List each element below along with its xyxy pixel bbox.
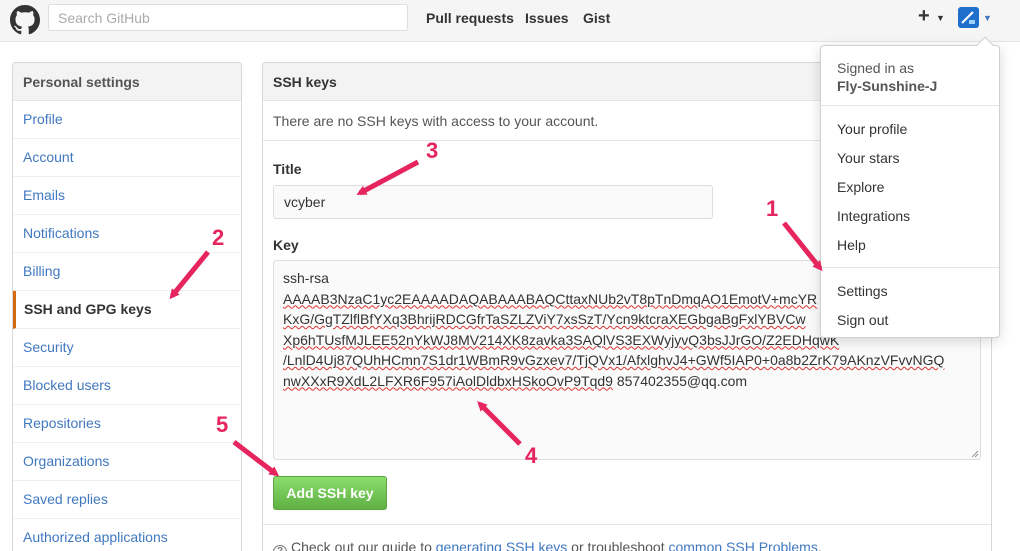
sidebar-item-ssh-gpg-keys[interactable]: SSH and GPG keys (13, 291, 241, 329)
sidebar-heading: Personal settings (13, 63, 241, 101)
generating-ssh-keys-link[interactable]: generating SSH keys (436, 539, 568, 551)
add-ssh-key-button[interactable]: Add SSH key (273, 476, 387, 510)
avatar-chevron-down-icon: ▼ (983, 13, 992, 23)
menu-item-explore[interactable]: Explore (837, 179, 884, 195)
github-logo-icon[interactable] (10, 5, 40, 35)
title-field[interactable] (273, 185, 713, 219)
top-header: Pull requests Issues Gist + ▼ ▼ (0, 0, 1020, 42)
chevron-down-icon: ▼ (936, 13, 945, 23)
sidebar-item-account[interactable]: Account (13, 139, 241, 177)
dropdown-divider (821, 267, 999, 268)
sidebar-item-security[interactable]: Security (13, 329, 241, 367)
menu-item-sign-out[interactable]: Sign out (837, 312, 888, 328)
key-line: /LnlD4Uj87QUhHCmn7S1dr1WBmR9vGzxev7/TjQV… (283, 352, 945, 368)
avatar[interactable] (958, 7, 979, 28)
sidebar-item-repositories[interactable]: Repositories (13, 405, 241, 443)
settings-sidebar: Personal settings Profile Account Emails… (12, 62, 242, 551)
menu-item-settings[interactable]: Settings (837, 283, 888, 299)
menu-item-integrations[interactable]: Integrations (837, 208, 910, 224)
sidebar-item-notifications[interactable]: Notifications (13, 215, 241, 253)
create-new-button[interactable]: + (918, 5, 930, 28)
nav-gist[interactable]: Gist (583, 10, 610, 26)
avatar-glyph-icon (961, 11, 975, 24)
question-icon: ? (273, 545, 287, 551)
ssh-help-note: ?Check out our guide to generating SSH k… (263, 524, 991, 551)
sidebar-item-billing[interactable]: Billing (13, 253, 241, 291)
key-label: Key (273, 237, 299, 253)
menu-item-your-stars[interactable]: Your stars (837, 150, 900, 166)
search-input[interactable] (48, 4, 408, 31)
sidebar-item-authorized-applications[interactable]: Authorized applications (13, 519, 241, 551)
sidebar-item-blocked-users[interactable]: Blocked users (13, 367, 241, 405)
resize-handle-icon[interactable] (969, 448, 979, 458)
sidebar-item-organizations[interactable]: Organizations (13, 443, 241, 481)
user-dropdown-menu: Signed in as Fly-Sunshine-J Your profile… (820, 36, 1000, 338)
sidebar-item-saved-replies[interactable]: Saved replies (13, 481, 241, 519)
key-line: nwXXxR9XdL2LFXR6F957iAolDldbxHSkoOvP9Tqd… (283, 372, 748, 389)
menu-item-your-profile[interactable]: Your profile (837, 121, 907, 137)
dropdown-divider (821, 105, 999, 106)
common-ssh-problems-link[interactable]: common SSH Problems (668, 539, 817, 551)
title-label: Title (273, 161, 302, 177)
menu-item-help[interactable]: Help (837, 237, 866, 253)
nav-pull-requests[interactable]: Pull requests (426, 10, 514, 26)
sidebar-item-emails[interactable]: Emails (13, 177, 241, 215)
nav-issues[interactable]: Issues (525, 10, 569, 26)
signed-in-username: Fly-Sunshine-J (837, 78, 938, 94)
signed-in-label: Signed in as (837, 60, 915, 76)
sidebar-item-profile[interactable]: Profile (13, 101, 241, 139)
